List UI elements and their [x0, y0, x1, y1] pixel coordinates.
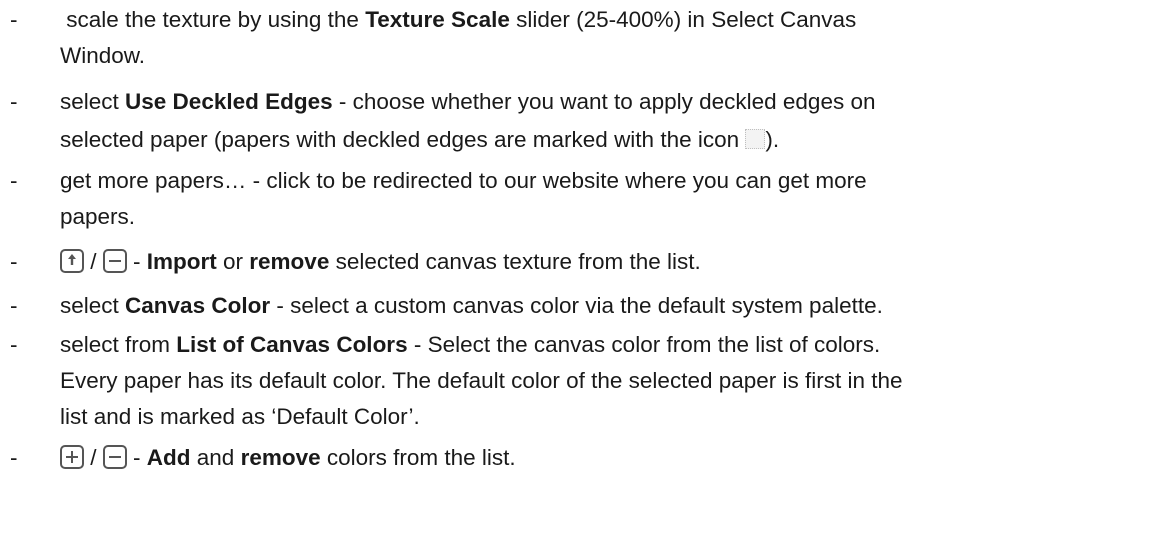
import-icon [60, 249, 84, 273]
bullet-dash: - [10, 89, 18, 114]
bullet-dash: - [10, 249, 18, 274]
bullet-dash: - [10, 332, 18, 357]
text-run: - [126, 445, 147, 470]
list-item-line: selected paper (papers with deckled edge… [60, 122, 779, 158]
text-run: slider (25-400%) in Select Canvas [509, 7, 857, 32]
text-run: selected paper (papers with deckled edge… [60, 127, 746, 152]
text-run: selected canvas texture from the list. [329, 249, 701, 274]
list-item-line: / - Add and remove colors from the list. [60, 440, 516, 476]
text-run: - [126, 249, 147, 274]
text-run: select from [60, 332, 177, 357]
bold-term: remove [249, 249, 330, 274]
list-item-line: Every paper has its default color. The d… [60, 363, 903, 399]
bold-term: Use Deckled Edges [125, 89, 333, 114]
bullet-dash: - [10, 293, 18, 318]
text-run: - Select the canvas color from the list … [407, 332, 881, 357]
deckled-edges-icon [745, 129, 766, 149]
text-run: papers. [60, 204, 136, 229]
remove-icon [102, 249, 127, 273]
text-run: scale the texture by using the [60, 7, 366, 32]
bold-term: Texture Scale [365, 7, 510, 32]
list-item-line: list and is marked as ‘Default Color’. [60, 399, 420, 435]
text-run: - select a custom canvas color via the d… [270, 293, 883, 318]
bullet-dash: - [10, 7, 18, 32]
text-run: / [84, 445, 103, 470]
text-run: / [84, 249, 103, 274]
list-item-line: get more papers… - click to be redirecte… [60, 163, 867, 199]
text-run: and [190, 445, 241, 470]
text-run: Every paper has its default color. The d… [60, 368, 903, 393]
remove-icon [102, 445, 127, 469]
text-run: select [60, 293, 126, 318]
text-run: select [60, 89, 126, 114]
list-item-line: / - Import or remove selected canvas tex… [60, 244, 701, 280]
list-item-line: Window. [60, 38, 145, 74]
text-run: get more papers… - click to be redirecte… [60, 168, 867, 193]
bullet-dash: - [10, 168, 18, 193]
bullet-dash: - [10, 445, 18, 470]
list-item-line: select Canvas Color - select a custom ca… [60, 288, 883, 324]
text-run: - choose whether you want to apply deckl… [332, 89, 876, 114]
text-run: ). [765, 127, 780, 152]
add-icon [60, 445, 84, 469]
bold-term: remove [240, 445, 321, 470]
bold-term: Import [146, 249, 217, 274]
bold-term: Canvas Color [125, 293, 271, 318]
text-run: list and is marked as ‘Default Color’. [60, 404, 420, 429]
text-run: or [216, 249, 250, 274]
text-run: Window. [60, 43, 146, 68]
instruction-list: - scale the texture by using the Texture… [0, 0, 1175, 558]
list-item-line: select Use Deckled Edges - choose whethe… [60, 84, 876, 120]
list-item-line: select from List of Canvas Colors - Sele… [60, 327, 880, 363]
bold-term: List of Canvas Colors [176, 332, 408, 357]
list-item-line: scale the texture by using the Texture S… [60, 2, 856, 38]
text-run: colors from the list. [320, 445, 516, 470]
bold-term: Add [146, 445, 191, 470]
list-item-line: papers. [60, 199, 135, 235]
